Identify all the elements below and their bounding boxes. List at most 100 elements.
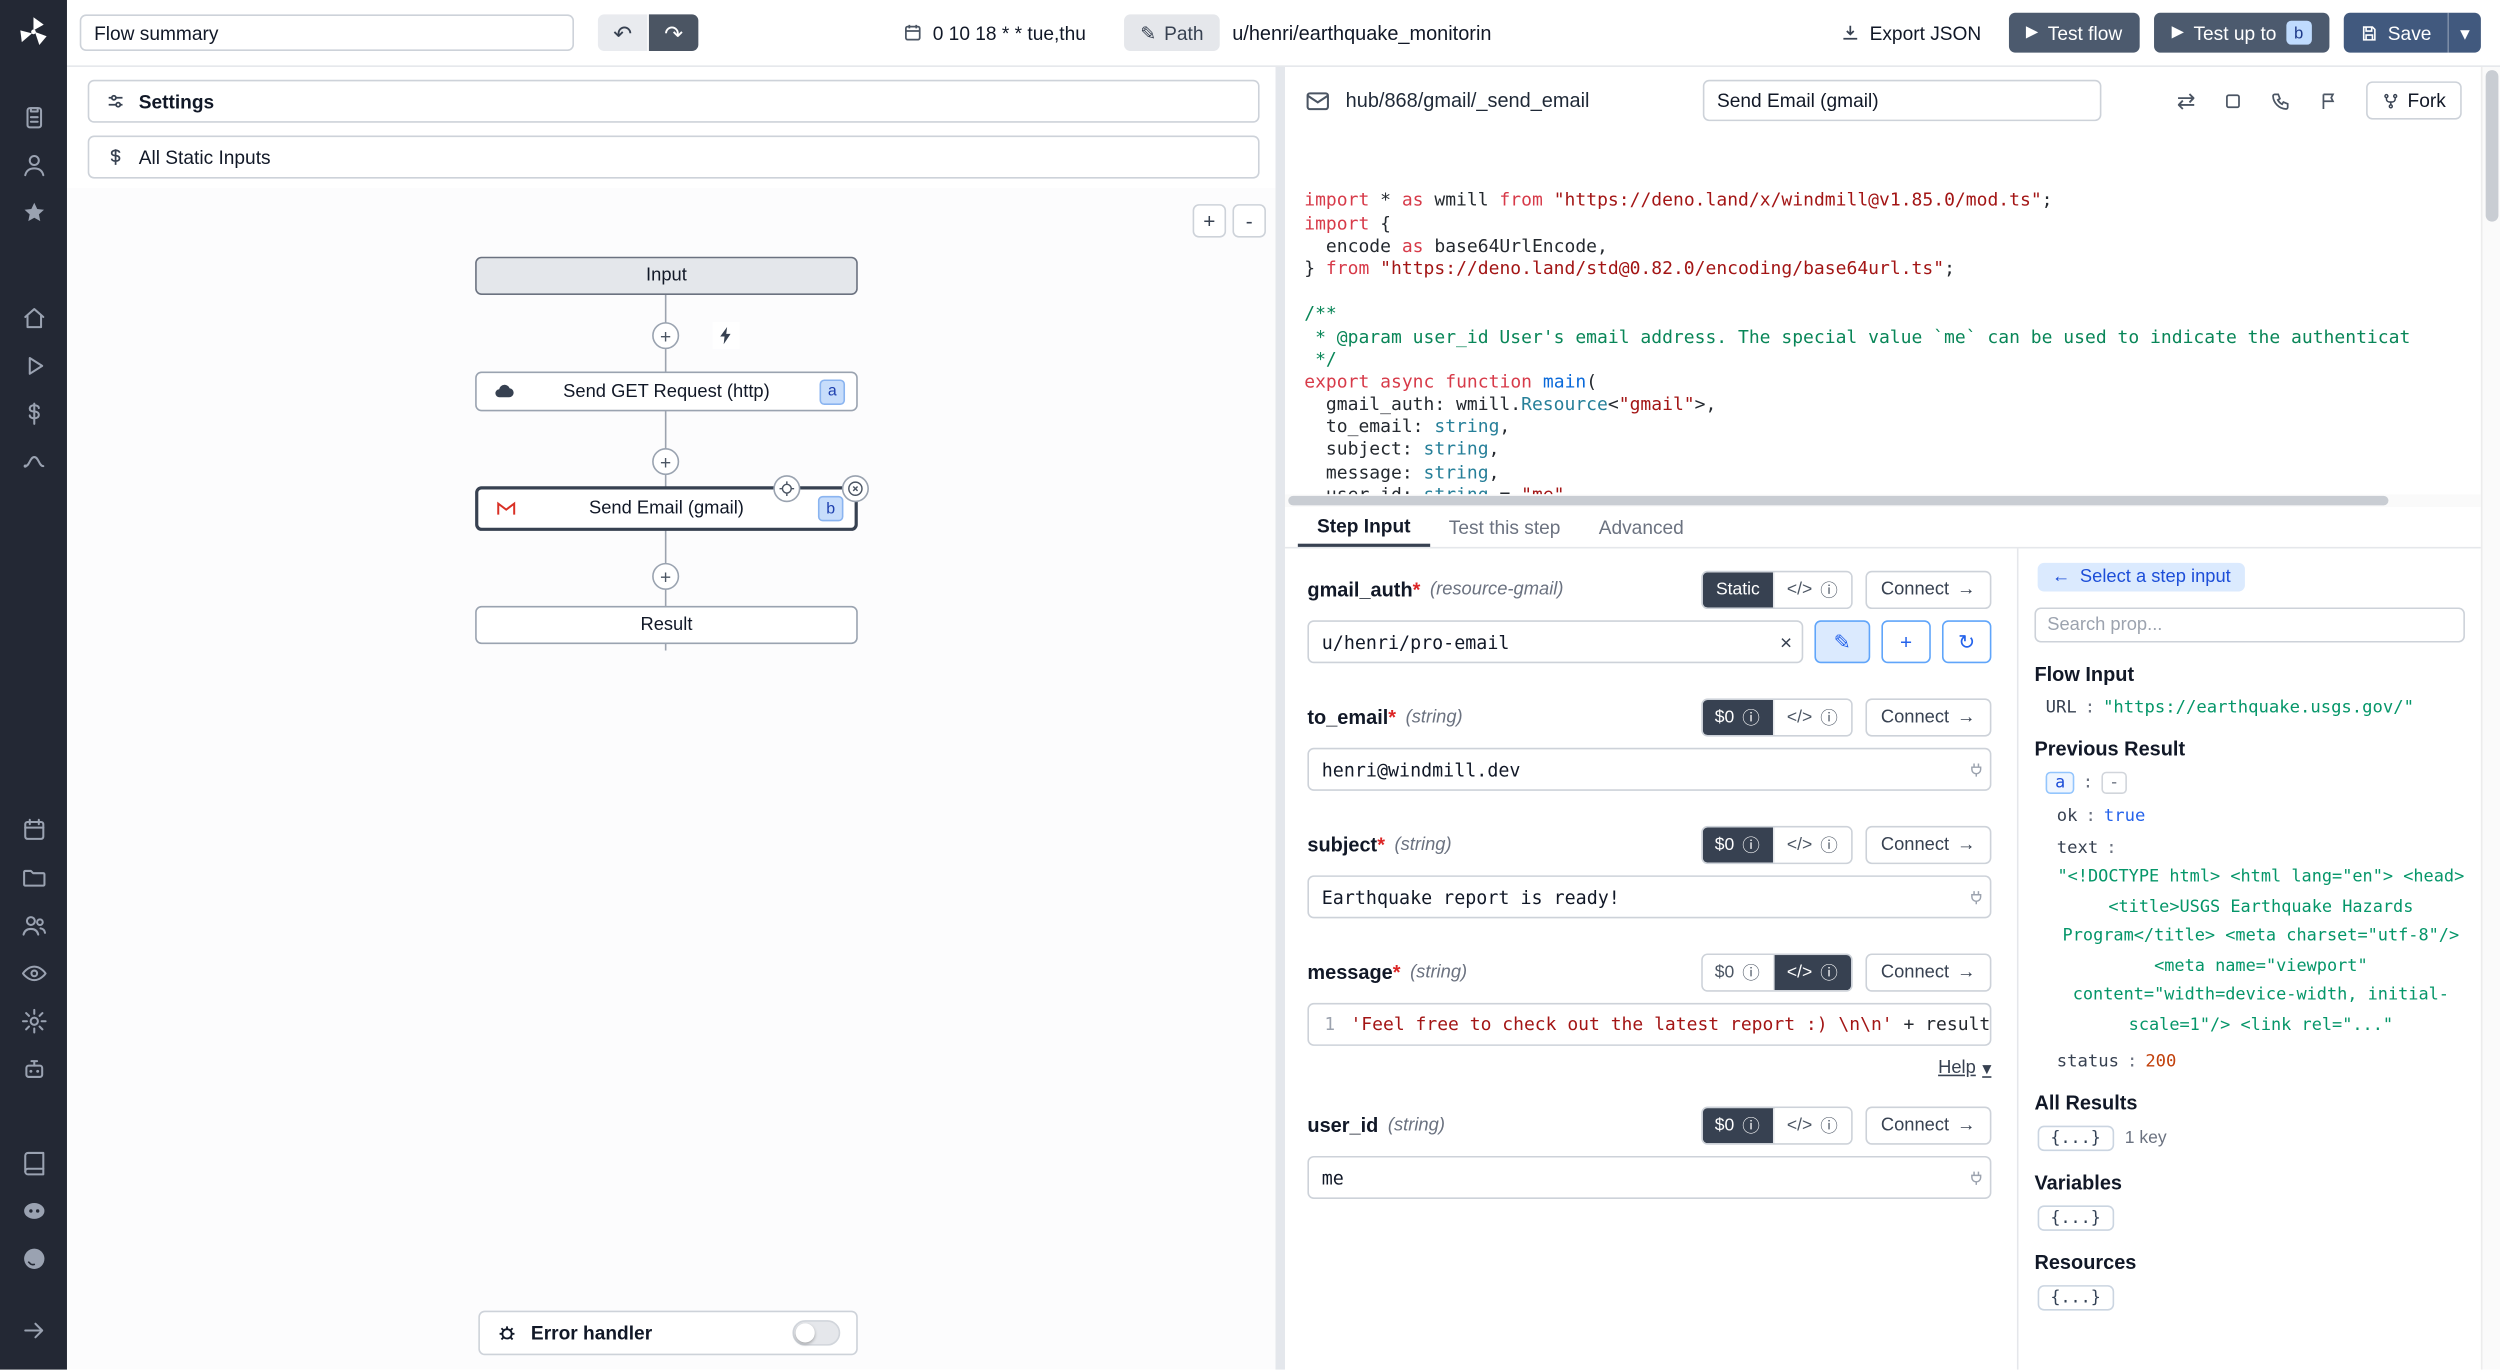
fork-button[interactable]: Fork: [2366, 81, 2462, 119]
connect-button[interactable]: Connect→: [1865, 953, 1992, 991]
edit-resource-button[interactable]: ✎: [1814, 620, 1870, 663]
flag-icon[interactable]: [2318, 90, 2339, 111]
star-icon[interactable]: [0, 188, 67, 236]
static-mode-segment[interactable]: $0ⓘ: [1702, 1107, 1774, 1142]
trigger-bolt-button[interactable]: [713, 322, 740, 349]
clipboard-icon[interactable]: [0, 92, 67, 140]
users-icon[interactable]: [0, 901, 67, 949]
add-step-button[interactable]: +: [652, 322, 679, 349]
select-step-input-button[interactable]: ← Select a step input: [2038, 563, 2245, 592]
plug-icon[interactable]: [1967, 761, 1985, 779]
tab-step-input[interactable]: Step Input: [1298, 507, 1430, 547]
resources-row[interactable]: {...}: [2034, 1285, 2464, 1311]
gmail-auth-resource-input[interactable]: [1307, 620, 1803, 663]
static-mode-segment[interactable]: Static: [1703, 572, 1774, 607]
move-step-icon[interactable]: [773, 475, 800, 502]
robot-icon[interactable]: [0, 1044, 67, 1092]
all-results-row[interactable]: {...}1 key: [2034, 1126, 2464, 1152]
save-dropdown-caret[interactable]: ▾: [2447, 13, 2481, 53]
add-step-button[interactable]: +: [652, 448, 679, 475]
script-path[interactable]: hub/868/gmail/_send_email: [1346, 89, 1590, 111]
editor-mode-segment[interactable]: </>ⓘ: [1774, 699, 1850, 734]
dollar-icon[interactable]: [0, 389, 67, 437]
editor-mode-segment[interactable]: </>ⓘ: [1774, 572, 1850, 607]
flow-summary-input[interactable]: [80, 14, 574, 51]
arrow-right-icon[interactable]: [0, 1306, 67, 1354]
add-resource-button[interactable]: +: [1881, 620, 1930, 663]
user-id-input[interactable]: [1307, 1156, 1991, 1199]
test-flow-button[interactable]: ▶ Test flow: [2008, 13, 2139, 53]
expand-icon[interactable]: [2223, 90, 2244, 111]
test-up-to-button[interactable]: ▶ Test up to b: [2154, 13, 2329, 53]
add-step-button[interactable]: +: [652, 563, 679, 590]
discord-icon[interactable]: [0, 1186, 67, 1234]
path-chip[interactable]: ✎ Path: [1124, 14, 1219, 51]
connect-button[interactable]: Connect→: [1865, 1106, 1992, 1144]
play-icon[interactable]: [0, 341, 67, 389]
subject-input[interactable]: [1307, 875, 1991, 918]
step-name-input[interactable]: [1703, 80, 2102, 121]
plug-icon[interactable]: [1967, 1169, 1985, 1187]
node-http-get[interactable]: Send GET Request (http) a: [475, 371, 858, 411]
variables-row[interactable]: {...}: [2034, 1206, 2464, 1232]
prop-row-ok[interactable]: ok:true: [2034, 805, 2464, 826]
prop-row-url[interactable]: URL:"https://earthquake.usgs.gov/": [2034, 697, 2464, 718]
delete-step-icon[interactable]: [842, 475, 869, 502]
book-icon[interactable]: [0, 1138, 67, 1186]
redo-button[interactable]: ↷: [649, 14, 698, 51]
plug-icon[interactable]: [1967, 888, 1985, 906]
undo-button[interactable]: ↶: [598, 14, 647, 51]
help-link[interactable]: Help▾: [1938, 1057, 1991, 1079]
code-editor[interactable]: import * as wmill from "https://deno.lan…: [1285, 134, 2481, 494]
user-icon[interactable]: [0, 140, 67, 188]
message-expression-editor[interactable]: 1 'Feel free to check out the latest rep…: [1307, 1003, 1991, 1046]
object-chip[interactable]: {...}: [2038, 1206, 2114, 1232]
panel-splitter[interactable]: [1276, 67, 1286, 1370]
vertical-scrollbar[interactable]: [2481, 67, 2500, 1370]
sync-icon[interactable]: ⇄: [2177, 87, 2196, 114]
path-value[interactable]: u/henri/earthquake_monitorin: [1232, 22, 1491, 44]
connect-button[interactable]: Connect→: [1865, 825, 1992, 863]
worm-icon[interactable]: [0, 437, 67, 485]
flow-settings-button[interactable]: Settings: [88, 80, 1260, 123]
schedule-cron[interactable]: 0 10 18 * * tue,thu: [902, 22, 1085, 44]
static-mode-segment[interactable]: $0ⓘ: [1702, 954, 1774, 989]
connect-button[interactable]: Connect→: [1865, 570, 1992, 608]
node-result[interactable]: Result: [475, 606, 858, 644]
folder-icon[interactable]: [0, 853, 67, 901]
static-mode-segment[interactable]: $0ⓘ: [1702, 827, 1774, 862]
home-icon[interactable]: [0, 293, 67, 341]
export-json-button[interactable]: Export JSON: [1827, 22, 1994, 44]
tab-test-this-step[interactable]: Test this step: [1430, 507, 1580, 547]
search-prop-input[interactable]: [2034, 607, 2464, 642]
error-handler[interactable]: Error handler: [478, 1311, 857, 1356]
code-horizontal-scrollbar[interactable]: [1285, 494, 2481, 507]
zoom-out-button[interactable]: -: [1232, 204, 1265, 237]
to-email-input[interactable]: [1307, 748, 1991, 791]
phone-icon[interactable]: [2270, 90, 2291, 111]
all-static-inputs-button[interactable]: All Static Inputs: [88, 136, 1260, 179]
prop-row-text[interactable]: text: "<!DOCTYPE html> <html lang="en"> …: [2034, 837, 2464, 1040]
windmill-logo[interactable]: [0, 0, 67, 64]
prop-row-a[interactable]: a:-: [2034, 772, 2464, 794]
connect-button[interactable]: Connect→: [1865, 698, 1992, 736]
object-chip[interactable]: {...}: [2038, 1285, 2114, 1311]
flow-canvas[interactable]: + - Input + Send GET Request (http) a +: [67, 188, 1276, 1369]
editor-mode-segment[interactable]: </>ⓘ: [1774, 1107, 1850, 1142]
static-mode-segment[interactable]: $0ⓘ: [1702, 699, 1774, 734]
save-button[interactable]: Save ▾: [2343, 13, 2481, 53]
eye-icon[interactable]: [0, 949, 67, 997]
refresh-resource-button[interactable]: ↻: [1942, 620, 1991, 663]
tab-advanced[interactable]: Advanced: [1580, 507, 1703, 547]
prop-row-status[interactable]: status:200: [2034, 1051, 2464, 1072]
editor-mode-segment[interactable]: </>ⓘ: [1774, 954, 1850, 989]
github-icon[interactable]: [0, 1234, 67, 1282]
object-chip[interactable]: {...}: [2038, 1126, 2114, 1152]
gear-icon[interactable]: [0, 997, 67, 1045]
calendar-icon[interactable]: [0, 805, 67, 853]
editor-mode-segment[interactable]: </>ⓘ: [1774, 827, 1850, 862]
node-send-email-selected[interactable]: Send Email (gmail) b: [475, 486, 858, 531]
node-input[interactable]: Input: [475, 257, 858, 295]
clear-icon[interactable]: ×: [1780, 630, 1792, 654]
error-handler-toggle[interactable]: [792, 1320, 840, 1346]
